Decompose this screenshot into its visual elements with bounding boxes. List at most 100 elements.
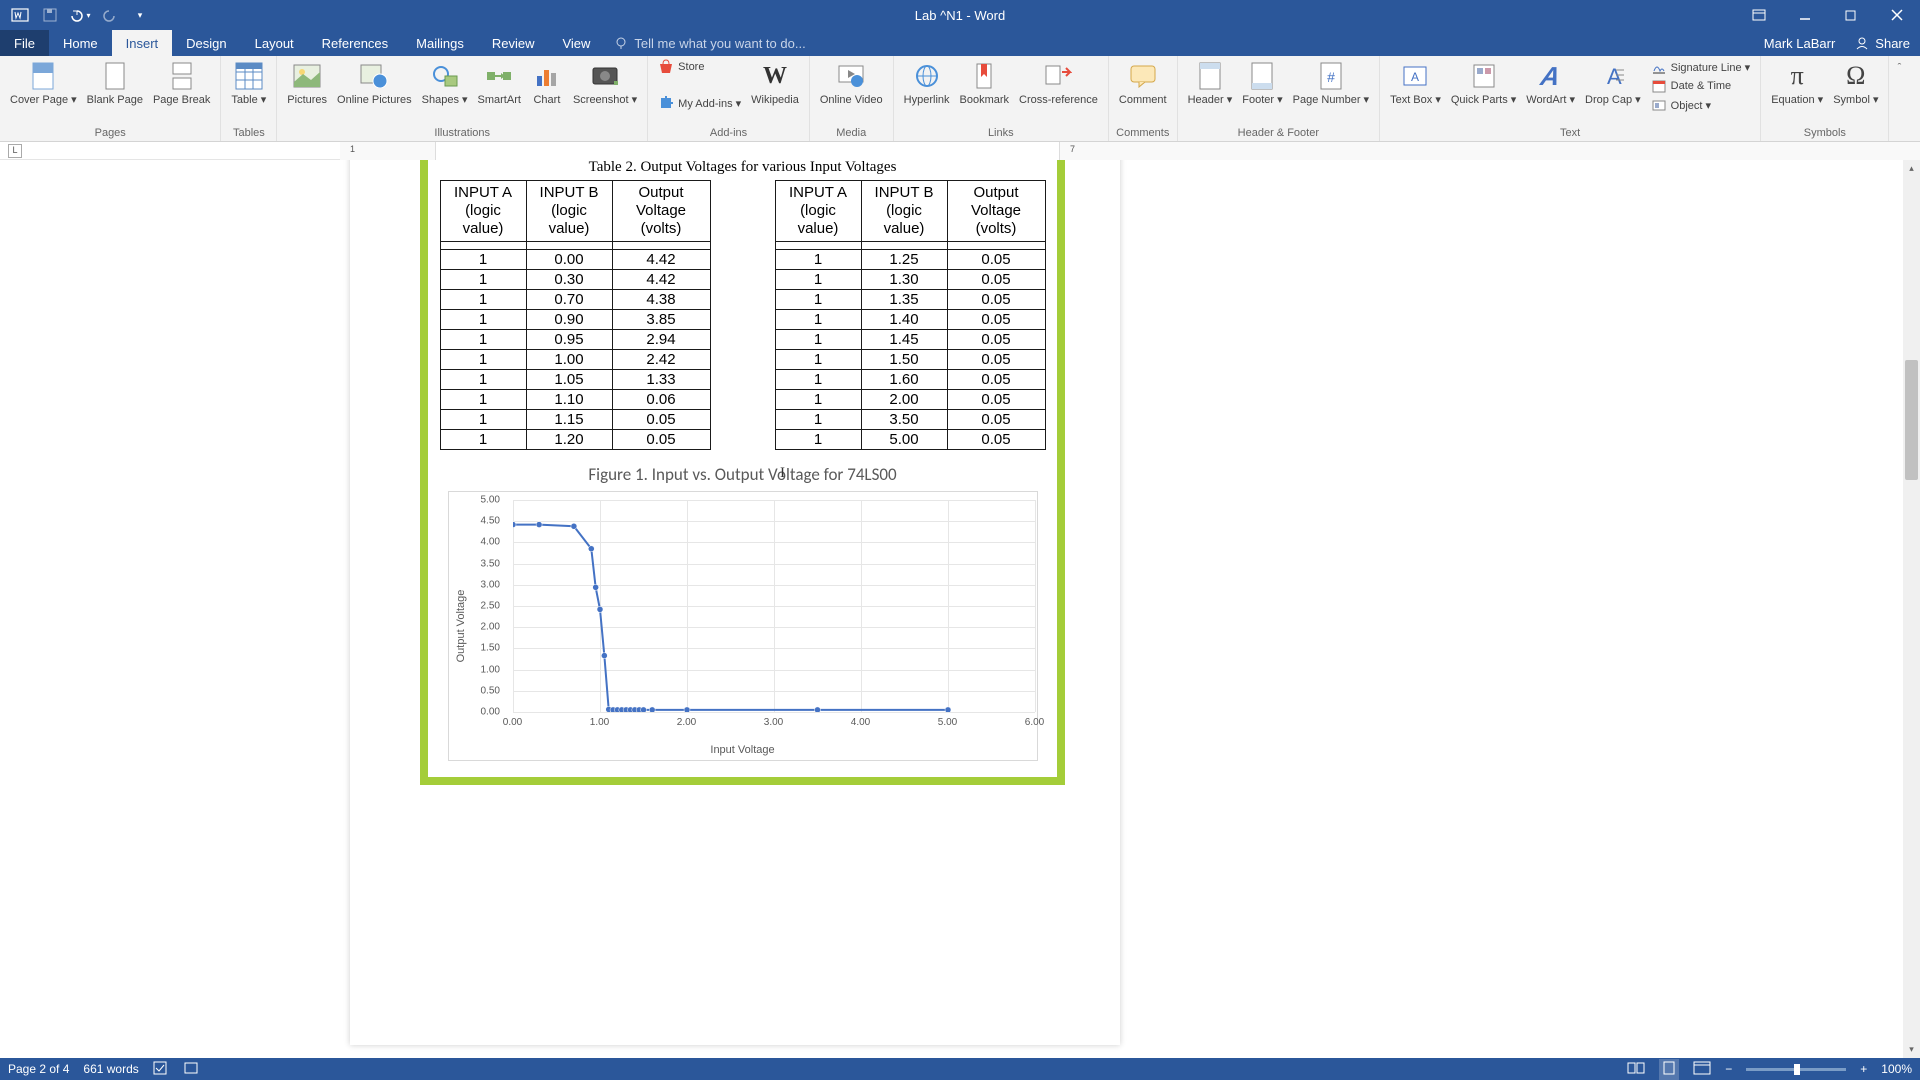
bookmark-button[interactable]: Bookmark <box>956 58 1014 108</box>
ytick: 1.00 <box>481 664 500 675</box>
redo-icon[interactable] <box>98 3 122 27</box>
word-icon[interactable] <box>8 3 32 27</box>
equation-button[interactable]: πEquation ▾ <box>1767 58 1827 108</box>
table-row: 11.150.05 <box>440 410 710 430</box>
date-time-button[interactable]: Date & Time <box>1647 77 1755 95</box>
tab-home[interactable]: Home <box>49 30 112 56</box>
undo-icon[interactable]: ▾ <box>68 3 92 27</box>
scroll-down-icon[interactable]: ▾ <box>1903 1041 1920 1058</box>
header-button[interactable]: Header ▾ <box>1184 58 1237 108</box>
table-row: 11.002.42 <box>440 350 710 370</box>
ytick: 2.00 <box>481 622 500 633</box>
cross-reference-button[interactable]: Cross-reference <box>1015 58 1102 108</box>
qat-customize-icon[interactable]: ▾ <box>128 3 152 27</box>
table-row: 10.004.42 <box>440 250 710 270</box>
tab-mailings[interactable]: Mailings <box>402 30 478 56</box>
online-video-button[interactable]: Online Video <box>816 58 887 108</box>
print-layout-icon[interactable] <box>1659 1059 1679 1080</box>
ytick: 0.00 <box>481 707 500 718</box>
document-area[interactable]: Table 2. Output Voltages for various Inp… <box>0 160 1920 1058</box>
chart-button[interactable]: Chart <box>527 58 567 108</box>
zoom-slider[interactable] <box>1746 1068 1846 1071</box>
shapes-button[interactable]: Shapes ▾ <box>418 58 472 108</box>
ytick: 4.50 <box>481 516 500 527</box>
tell-me-search[interactable]: Tell me what you want to do... <box>604 30 1753 56</box>
smartart-button[interactable]: SmartArt <box>474 58 525 108</box>
minimize-icon[interactable] <box>1782 0 1828 30</box>
spell-check-icon[interactable] <box>153 1061 169 1078</box>
page-indicator[interactable]: Page 2 of 4 <box>8 1062 69 1076</box>
web-layout-icon[interactable] <box>1693 1061 1711 1078</box>
page: Table 2. Output Voltages for various Inp… <box>350 160 1120 1045</box>
page-number-button[interactable]: #Page Number ▾ <box>1289 58 1373 108</box>
tab-file[interactable]: File <box>0 30 49 56</box>
wikipedia-button[interactable]: WWikipedia <box>747 58 803 112</box>
online-pictures-button[interactable]: Online Pictures <box>333 58 416 108</box>
tab-design[interactable]: Design <box>172 30 240 56</box>
text-box-button[interactable]: AText Box ▾ <box>1386 58 1445 114</box>
my-addins-button[interactable]: My Add-ins ▾ <box>654 94 745 112</box>
drop-cap-button[interactable]: ADrop Cap ▾ <box>1581 58 1645 114</box>
table-row: 11.300.05 <box>775 270 1045 290</box>
table-row: 11.100.06 <box>440 390 710 410</box>
table-row: 10.903.85 <box>440 310 710 330</box>
scroll-thumb[interactable] <box>1905 360 1918 480</box>
screenshot-button[interactable]: Screenshot ▾ <box>569 58 641 108</box>
hyperlink-button[interactable]: Hyperlink <box>900 58 954 108</box>
table-row: 10.304.42 <box>440 270 710 290</box>
vertical-scrollbar[interactable]: ▴ ▾ <box>1903 160 1920 1058</box>
table-caption: Table 2. Output Voltages for various Inp… <box>428 160 1057 176</box>
macro-icon[interactable] <box>183 1061 199 1078</box>
tab-insert[interactable]: Insert <box>112 30 173 56</box>
window-title: Lab ^N1 - Word <box>915 8 1005 23</box>
xtick: 4.00 <box>851 717 870 728</box>
cover-page-button[interactable]: Cover Page ▾ <box>6 58 81 108</box>
horizontal-ruler[interactable]: 1 7 <box>340 142 1920 160</box>
word-count[interactable]: 661 words <box>83 1062 138 1076</box>
pictures-button[interactable]: Pictures <box>283 58 331 108</box>
tab-references[interactable]: References <box>308 30 402 56</box>
group-comments: Comments <box>1115 127 1171 141</box>
group-text: Text <box>1386 127 1754 141</box>
scroll-up-icon[interactable]: ▴ <box>1903 160 1920 177</box>
maximize-icon[interactable] <box>1828 0 1874 30</box>
table-button[interactable]: Table ▾ <box>227 58 270 108</box>
wordart-button[interactable]: AWordArt ▾ <box>1522 58 1579 114</box>
page-break-button[interactable]: Page Break <box>149 58 214 108</box>
zoom-level[interactable]: 100% <box>1881 1062 1912 1076</box>
footer-button[interactable]: Footer ▾ <box>1238 58 1286 108</box>
symbol-button[interactable]: ΩSymbol ▾ <box>1829 58 1882 108</box>
signature-line-button[interactable]: Signature Line ▾ <box>1647 58 1755 76</box>
tab-selector[interactable]: L <box>8 144 22 158</box>
save-icon[interactable] <box>38 3 62 27</box>
object-button[interactable]: Object ▾ <box>1647 96 1755 114</box>
xtick: 3.00 <box>764 717 783 728</box>
share-button[interactable]: Share <box>1845 30 1920 56</box>
tab-review[interactable]: Review <box>478 30 549 56</box>
selection-box: Table 2. Output Voltages for various Inp… <box>420 160 1065 785</box>
table-row: 11.350.05 <box>775 290 1045 310</box>
collapse-ribbon-icon[interactable]: ˆ <box>1889 56 1909 141</box>
group-symbols: Symbols <box>1767 127 1882 141</box>
tab-layout[interactable]: Layout <box>241 30 308 56</box>
zoom-in-icon[interactable]: + <box>1860 1062 1867 1076</box>
comment-button[interactable]: Comment <box>1115 58 1171 108</box>
close-icon[interactable] <box>1874 0 1920 30</box>
ytick: 4.00 <box>481 537 500 548</box>
table-row: 12.000.05 <box>775 390 1045 410</box>
chart-ylabel: Output Voltage <box>455 590 467 663</box>
chart[interactable]: Output Voltage Input Voltage 0.000.501.0… <box>448 491 1038 761</box>
read-mode-icon[interactable] <box>1627 1061 1645 1078</box>
store-button[interactable]: Store <box>654 58 745 76</box>
zoom-out-icon[interactable]: − <box>1725 1062 1732 1076</box>
ytick: 5.00 <box>481 495 500 506</box>
figure-caption: Figure 1. Input vs. Output Voltage for 7… <box>428 464 1057 485</box>
quick-parts-button[interactable]: Quick Parts ▾ <box>1447 58 1520 114</box>
user-name[interactable]: Mark LaBarr <box>1754 30 1846 56</box>
table-row: 11.450.05 <box>775 330 1045 350</box>
svg-text:#: # <box>1327 69 1335 85</box>
xtick: 2.00 <box>677 717 696 728</box>
blank-page-button[interactable]: Blank Page <box>83 58 147 108</box>
tab-view[interactable]: View <box>548 30 604 56</box>
ribbon-display-icon[interactable] <box>1736 0 1782 30</box>
